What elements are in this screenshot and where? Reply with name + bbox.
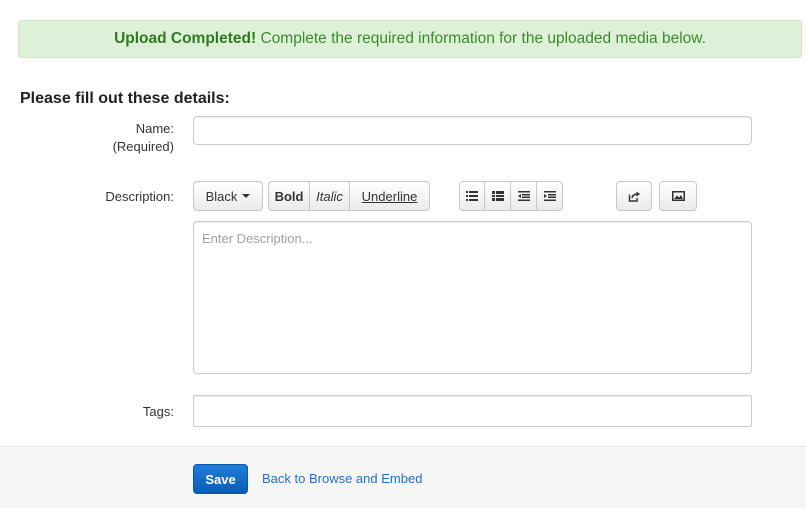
form-heading: Please fill out these details:	[20, 90, 230, 107]
name-input[interactable]	[193, 116, 752, 145]
image-icon	[671, 191, 685, 201]
indent-icon	[543, 191, 556, 201]
ordered-list-icon	[491, 191, 504, 201]
tags-label: Tags:	[142, 404, 174, 419]
font-color-dropdown[interactable]: Black	[193, 181, 263, 211]
outdent-icon	[517, 191, 530, 201]
outdent-button[interactable]	[511, 181, 537, 211]
unordered-list-icon	[466, 191, 478, 201]
ordered-list-button[interactable]	[485, 181, 511, 211]
name-label-group: Name: (Required)	[113, 120, 174, 156]
alert-strong-text: Upload Completed!	[114, 30, 257, 47]
description-textarea[interactable]	[193, 221, 752, 374]
insert-image-button[interactable]	[659, 181, 697, 211]
link-icon	[628, 191, 640, 202]
underline-button[interactable]: Underline	[350, 181, 430, 211]
name-label: Name:	[135, 121, 174, 136]
unordered-list-button[interactable]	[459, 181, 485, 211]
caret-down-icon	[242, 194, 251, 198]
bold-button[interactable]: Bold	[268, 181, 310, 211]
upload-success-alert: Upload Completed! Complete the required …	[18, 20, 802, 58]
back-to-browse-link[interactable]: Back to Browse and Embed	[262, 471, 422, 486]
indent-button[interactable]	[537, 181, 563, 211]
insert-link-button[interactable]	[616, 181, 652, 211]
description-label: Description:	[105, 189, 174, 204]
name-required-note: (Required)	[112, 139, 174, 154]
alert-message: Complete the required information for th…	[260, 30, 706, 47]
italic-button[interactable]: Italic	[310, 181, 350, 211]
font-color-label: Black	[205, 188, 238, 204]
tags-input[interactable]	[193, 395, 752, 427]
save-button[interactable]: Save	[193, 464, 248, 494]
